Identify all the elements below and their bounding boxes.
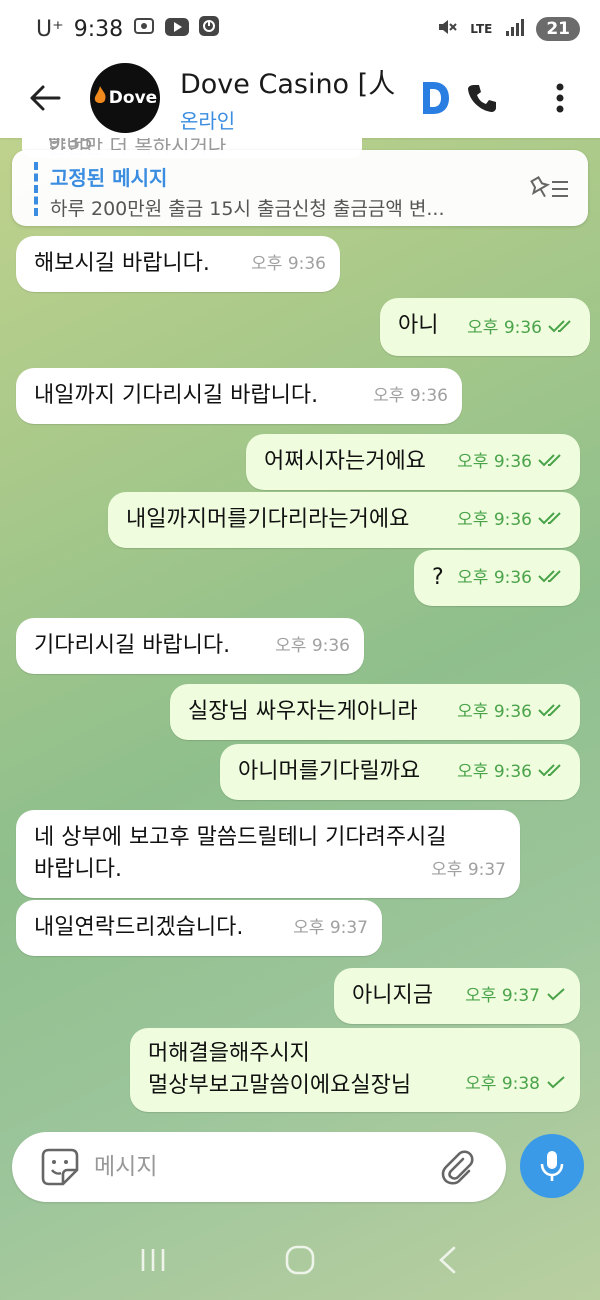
message-text: 아니지금 xyxy=(352,983,433,1008)
carrier-label: U⁺ xyxy=(36,16,64,42)
message-bubble-outgoing[interactable]: 실장님 싸우자는게아니라 오후 9:36 xyxy=(170,684,580,740)
chat-title: Dove Casino [人 xyxy=(180,69,396,100)
pinned-list-icon[interactable] xyxy=(528,174,570,204)
message-bubble-outgoing[interactable]: 내일까지머를기다리라는거에요 오후 9:36 xyxy=(108,492,580,548)
microphone-button[interactable] xyxy=(520,1134,584,1198)
clock-app-icon xyxy=(199,16,220,42)
double-check-icon xyxy=(538,446,566,478)
message-text: 어쩌시자는거에요 xyxy=(264,449,426,474)
verified-d-icon xyxy=(417,78,453,118)
double-check-icon xyxy=(538,756,566,788)
message-bubble-outgoing[interactable]: 아니지금 오후 9:37 xyxy=(334,968,580,1024)
message-bubble-incoming[interactable]: 내일까지 기다리시길 바랍니다. 오후 9:36 xyxy=(16,368,462,424)
message-time: 오후 9:36 xyxy=(457,702,532,722)
message-bubble-outgoing[interactable]: ? 오후 9:36 xyxy=(414,550,580,606)
message-text: 내일까지머를기다리라는거에요 xyxy=(126,507,410,532)
youtube-icon xyxy=(165,17,190,42)
message-bubble-outgoing[interactable]: 머해결을해주시지 멀상부보고말씀이에요실장님 오후 9:38 xyxy=(130,1028,580,1112)
message-input[interactable] xyxy=(94,1154,424,1180)
message-text-line: 머해결을해주시지 xyxy=(148,1041,310,1066)
message-time: 오후 9:38 xyxy=(465,1074,540,1094)
system-navbar xyxy=(0,1220,600,1300)
check-icon xyxy=(546,980,566,1012)
back-nav-button[interactable] xyxy=(417,1230,477,1290)
message-time: 오후 9:36 xyxy=(457,510,532,530)
message-composer xyxy=(12,1132,506,1202)
message-text: 내일까지 기다리시길 바랍니다. xyxy=(34,383,319,408)
pinned-label: 고정된 메시지 xyxy=(50,166,168,190)
message-time: 오후 9:37 xyxy=(465,986,540,1006)
recent-apps-button[interactable] xyxy=(123,1230,183,1290)
message-time: 오후 9:36 xyxy=(275,636,350,656)
message-bubble-incoming[interactable]: 네 상부에 보고후 말씀드릴테니 기다려주시길 바랍니다. 오후 9:37 xyxy=(16,810,520,898)
message-time: 오후 9:36 xyxy=(251,254,326,274)
message-bubble-incoming[interactable]: 해보시길 바랍니다. 오후 9:36 xyxy=(16,236,340,292)
call-button[interactable] xyxy=(462,76,502,120)
clock: 9:38 xyxy=(73,16,124,42)
avatar-text: Dove xyxy=(108,88,158,108)
message-text: 기다리시길 바랍니다. xyxy=(34,633,231,658)
message-time: 오후 9:36 xyxy=(457,762,532,782)
network-label: LTE xyxy=(470,22,493,36)
more-menu-button[interactable] xyxy=(540,76,580,120)
message-bubble-incoming[interactable]: 기다리시길 바랍니다. 오후 9:36 xyxy=(16,618,364,674)
pinned-indicator xyxy=(34,162,38,216)
message-bubble-incoming[interactable]: 내일연락드리겠습니다. 오후 9:37 xyxy=(16,900,382,956)
message-text: 내일연락드리겠습니다. xyxy=(34,915,244,940)
message-text: 실장님 싸우자는게아니라 xyxy=(188,699,418,724)
message-time: 오후 9:36 xyxy=(373,386,448,406)
message-text-line: 네 상부에 보고후 말씀드릴테니 기다려주시길 xyxy=(34,825,447,850)
screenshot-icon xyxy=(133,16,155,42)
message-text: 아니 xyxy=(398,313,439,338)
back-button[interactable] xyxy=(0,58,90,138)
battery-indicator: 21 xyxy=(536,17,580,41)
message-text: 아니머를기다릴까요 xyxy=(238,759,421,784)
message-time: 오후 9:37 xyxy=(431,860,506,880)
pinned-message-bar[interactable]: 고정된 메시지 하루 200만원 출금 15시 출금신청 출금금액 변... xyxy=(12,150,588,226)
attach-icon[interactable] xyxy=(434,1144,480,1190)
status-bar: U⁺ 9:38 LTE 21 xyxy=(0,0,600,58)
check-icon xyxy=(546,1068,566,1100)
message-time: 오후 9:37 xyxy=(293,918,368,938)
chat-status: 온라인 xyxy=(180,109,236,133)
avatar[interactable]: Dove xyxy=(90,63,160,133)
chat-title-block[interactable]: Dove Casino [人 온라인 xyxy=(180,62,415,134)
sticker-button[interactable] xyxy=(30,1137,90,1197)
message-time: 오후 9:36 xyxy=(457,452,532,472)
double-check-icon xyxy=(548,312,576,344)
home-button[interactable] xyxy=(270,1230,330,1290)
signal-icon xyxy=(504,17,525,41)
mute-icon xyxy=(436,16,458,42)
double-check-icon xyxy=(538,504,566,536)
message-bubble-outgoing[interactable]: 아니머를기다릴까요 오후 9:36 xyxy=(220,744,580,800)
chat-header: Dove Dove Casino [人 온라인 xyxy=(0,58,600,138)
message-time: 오후 9:36 xyxy=(457,568,532,588)
double-check-icon xyxy=(538,696,566,728)
flame-icon xyxy=(93,85,107,111)
message-time: 오후 9:36 xyxy=(467,318,542,338)
message-bubble-outgoing[interactable]: 어쩌시자는거에요 오후 9:36 xyxy=(246,434,580,490)
pinned-text: 하루 200만원 출금 15시 출금신청 출금금액 변... xyxy=(50,198,445,220)
message-bubble-outgoing[interactable]: 아니 오후 9:36 xyxy=(380,298,590,356)
message-text: 해보시길 바랍니다. xyxy=(34,251,210,276)
message-text: ? xyxy=(432,565,444,590)
double-check-icon xyxy=(538,562,566,594)
